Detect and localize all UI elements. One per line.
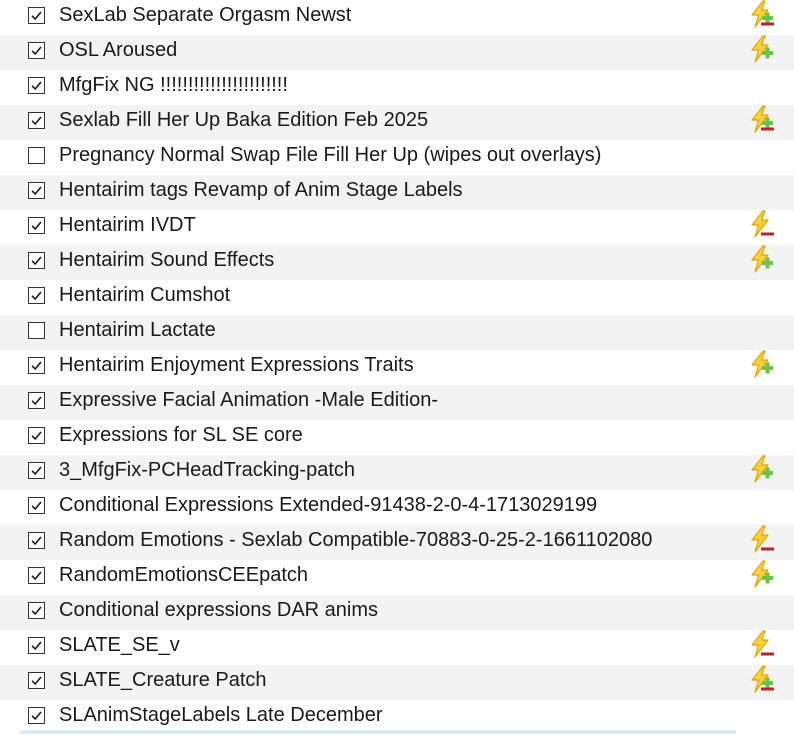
enable-checkbox[interactable] xyxy=(28,357,45,374)
mod-row[interactable]: Random Emotions - Sexlab Compatible-7088… xyxy=(0,525,794,560)
mod-name: Expressions for SL SE core xyxy=(59,424,303,446)
enable-checkbox[interactable] xyxy=(28,322,45,339)
mod-name: Hentairim Cumshot xyxy=(59,284,231,306)
mod-name: OSL Aroused xyxy=(59,39,178,61)
selected-row-edge xyxy=(20,730,736,734)
mod-row[interactable]: 3_MfgFix-PCHeadTracking-patch xyxy=(0,455,794,490)
enable-checkbox[interactable] xyxy=(28,7,45,24)
enable-checkbox[interactable] xyxy=(28,707,45,724)
enable-checkbox[interactable] xyxy=(28,217,45,234)
mod-name: RandomEmotionsCEEpatch xyxy=(59,564,309,586)
plugin-add-icon xyxy=(748,455,776,483)
mod-row[interactable]: RandomEmotionsCEEpatch xyxy=(0,560,794,595)
mod-list: SexLab Separate Orgasm Newst OSL Aroused… xyxy=(0,0,794,735)
plugin-remove-icon xyxy=(748,210,776,238)
mod-name: SLATE_Creature Patch xyxy=(59,669,267,691)
enable-checkbox[interactable] xyxy=(28,77,45,94)
mod-name: SexLab Separate Orgasm Newst xyxy=(59,4,352,26)
mod-name: MfgFix NG !!!!!!!!!!!!!!!!!!!!!!! xyxy=(59,74,288,96)
enable-checkbox[interactable] xyxy=(28,497,45,514)
enable-checkbox[interactable] xyxy=(28,112,45,129)
mod-name: Hentairim Enjoyment Expressions Traits xyxy=(59,354,414,376)
mod-row[interactable]: SLATE_SE_v xyxy=(0,630,794,665)
plugin-add-icon xyxy=(748,35,776,63)
mod-row[interactable]: Hentairim Enjoyment Expressions Traits xyxy=(0,350,794,385)
plugin-add-icon xyxy=(748,245,776,273)
mod-name: Conditional Expressions Extended-91438-2… xyxy=(59,494,598,516)
enable-checkbox[interactable] xyxy=(28,462,45,479)
enable-checkbox[interactable] xyxy=(28,182,45,199)
enable-checkbox[interactable] xyxy=(28,147,45,164)
mod-name: Hentairim Lactate xyxy=(59,319,216,341)
plugin-add-remove-icon xyxy=(748,0,776,28)
enable-checkbox[interactable] xyxy=(28,532,45,549)
mod-row[interactable]: OSL Aroused xyxy=(0,35,794,70)
plugin-remove-icon xyxy=(748,630,776,658)
mod-row[interactable]: Hentairim Sound Effects xyxy=(0,245,794,280)
mod-name: Sexlab Fill Her Up Baka Edition Feb 2025 xyxy=(59,109,429,131)
mod-row[interactable]: Hentairim Cumshot xyxy=(0,280,794,315)
mod-row[interactable]: Pregnancy Normal Swap File Fill Her Up (… xyxy=(0,140,794,175)
enable-checkbox[interactable] xyxy=(28,602,45,619)
mod-row[interactable]: SLATE_Creature Patch xyxy=(0,665,794,700)
mod-row[interactable]: SexLab Separate Orgasm Newst xyxy=(0,0,794,35)
enable-checkbox[interactable] xyxy=(28,392,45,409)
enable-checkbox[interactable] xyxy=(28,567,45,584)
plugin-add-remove-icon xyxy=(748,665,776,693)
mod-row[interactable]: MfgFix NG !!!!!!!!!!!!!!!!!!!!!!! xyxy=(0,70,794,105)
mod-name: Hentairim Sound Effects xyxy=(59,249,275,271)
mod-row[interactable]: Conditional Expressions Extended-91438-2… xyxy=(0,490,794,525)
plugin-add-icon xyxy=(748,560,776,588)
mod-name: Pregnancy Normal Swap File Fill Her Up (… xyxy=(59,144,602,166)
mod-name: Random Emotions - Sexlab Compatible-7088… xyxy=(59,529,653,551)
plugin-remove-icon xyxy=(748,525,776,553)
mod-row[interactable]: Expressive Facial Animation -Male Editio… xyxy=(0,385,794,420)
enable-checkbox[interactable] xyxy=(28,287,45,304)
mod-name: Conditional expressions DAR anims xyxy=(59,599,379,621)
enable-checkbox[interactable] xyxy=(28,427,45,444)
mod-row[interactable]: Hentairim IVDT xyxy=(0,210,794,245)
mod-name: SLATE_SE_v xyxy=(59,634,180,656)
mod-row[interactable]: Conditional expressions DAR anims xyxy=(0,595,794,630)
enable-checkbox[interactable] xyxy=(28,252,45,269)
mod-name: 3_MfgFix-PCHeadTracking-patch xyxy=(59,459,356,481)
mod-name: SLAnimStageLabels Late December xyxy=(59,704,383,726)
mod-name: Hentairim tags Revamp of Anim Stage Labe… xyxy=(59,179,463,201)
mod-row[interactable]: Hentairim tags Revamp of Anim Stage Labe… xyxy=(0,175,794,210)
mod-row[interactable]: Hentairim Lactate xyxy=(0,315,794,350)
enable-checkbox[interactable] xyxy=(28,672,45,689)
mod-name: Hentairim IVDT xyxy=(59,214,196,236)
plugin-add-remove-icon xyxy=(748,105,776,133)
mod-row[interactable]: Sexlab Fill Her Up Baka Edition Feb 2025 xyxy=(0,105,794,140)
plugin-add-icon xyxy=(748,350,776,378)
enable-checkbox[interactable] xyxy=(28,42,45,59)
mod-name: Expressive Facial Animation -Male Editio… xyxy=(59,389,439,411)
mod-row[interactable]: Expressions for SL SE core xyxy=(0,420,794,455)
enable-checkbox[interactable] xyxy=(28,637,45,654)
